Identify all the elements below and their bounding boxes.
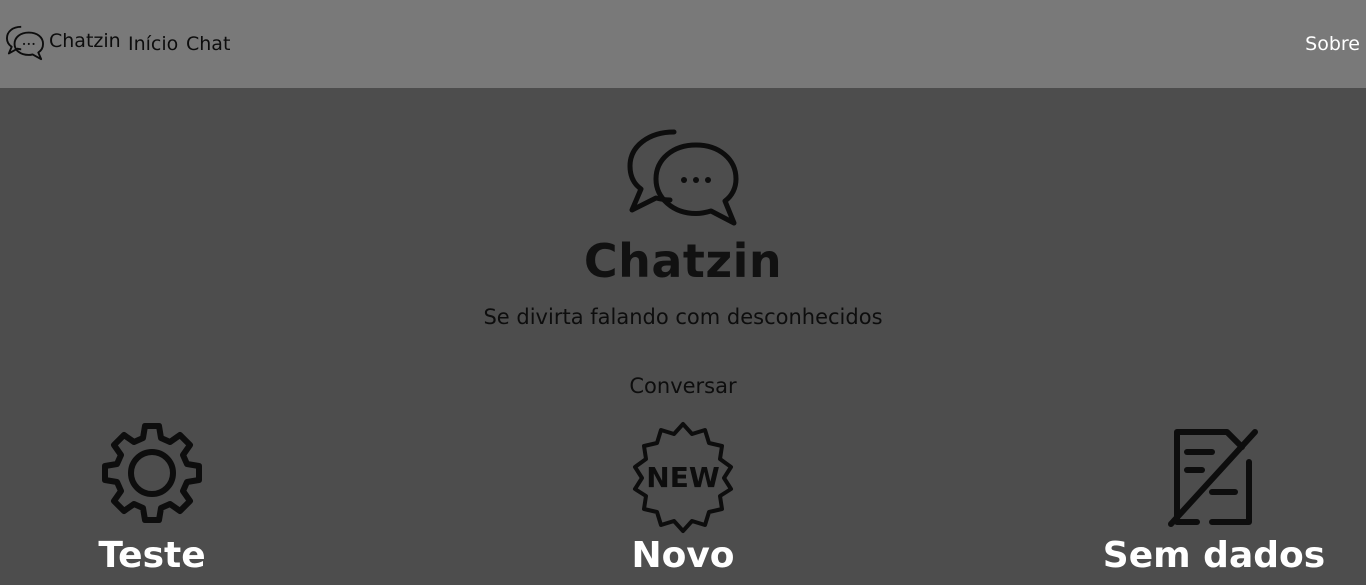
feature-label-novo: Novo bbox=[631, 535, 735, 576]
nav-link-chat[interactable]: Chat bbox=[186, 33, 230, 55]
navbar: Chatzin Início Chat Sobre bbox=[0, 0, 1366, 88]
feature-label-teste: Teste bbox=[98, 535, 206, 576]
chat-bubbles-icon bbox=[5, 25, 44, 61]
no-data-document-icon bbox=[1168, 429, 1258, 527]
feature-sem-dados: Sem dados bbox=[1084, 420, 1344, 578]
hero-subtitle: Se divirta falando com desconhecidos bbox=[483, 305, 883, 329]
new-badge-icon: NEW bbox=[633, 422, 733, 533]
feature-novo: NEW Novo bbox=[553, 420, 813, 578]
svg-text:NEW: NEW bbox=[646, 461, 720, 494]
nav-link-sobre[interactable]: Sobre bbox=[1305, 33, 1360, 55]
feature-label-sem-dados: Sem dados bbox=[1102, 535, 1326, 576]
feature-teste: Teste bbox=[22, 420, 282, 578]
conversar-button[interactable]: Conversar bbox=[583, 374, 783, 398]
hero-title: Chatzin bbox=[583, 234, 783, 288]
brand-link[interactable]: Chatzin bbox=[4, 24, 121, 64]
nav-link-inicio[interactable]: Início bbox=[128, 33, 178, 55]
brand-name: Chatzin bbox=[49, 30, 121, 52]
gear-icon bbox=[102, 423, 202, 523]
chat-bubbles-icon bbox=[627, 129, 739, 226]
